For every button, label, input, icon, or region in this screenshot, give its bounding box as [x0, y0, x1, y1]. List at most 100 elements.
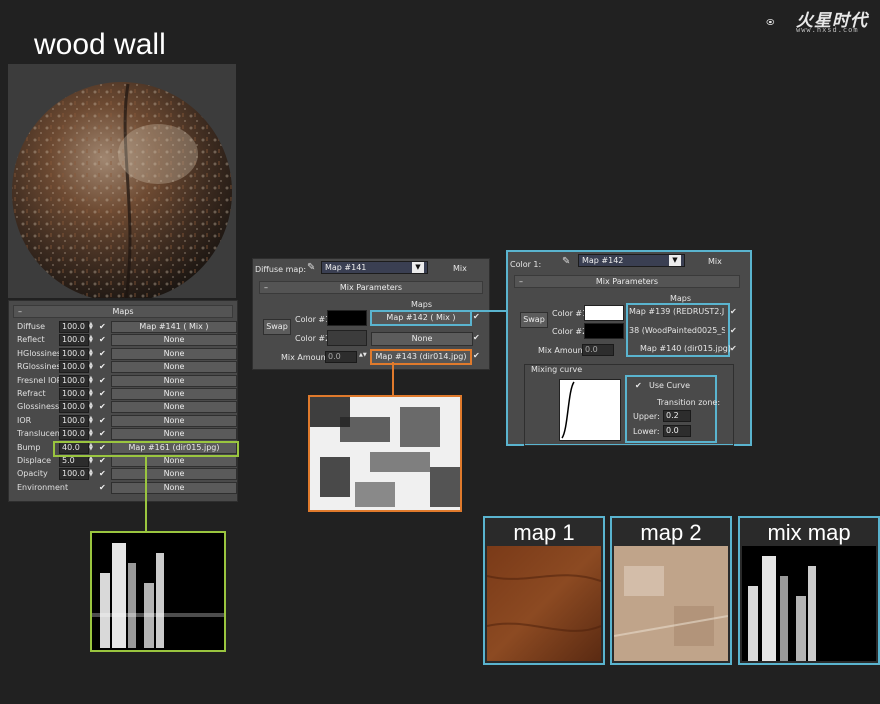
map-slot-button[interactable]: None	[111, 481, 237, 494]
map-amount-input[interactable]: 100.0	[59, 428, 89, 441]
mix-params-header[interactable]: – Mix Parameters	[259, 281, 483, 294]
mix-amount-label: Mix Amount:	[281, 353, 332, 362]
map-row: Glossiness 100.0 ▲ ▼ ✔ None	[9, 401, 237, 414]
mixmap-texture	[742, 546, 876, 661]
map-row: Fresnel IOR 100.0 ▲ ▼ ✔ None	[9, 374, 237, 387]
map-slot-button[interactable]: None	[111, 347, 237, 360]
map-enable-checkbox[interactable]: ✔	[99, 376, 107, 385]
spinner-icon[interactable]: ▲ ▼	[89, 375, 94, 385]
mix-amount-input[interactable]: 0.0	[325, 351, 357, 363]
spinner-icon[interactable]: ▲ ▼	[89, 415, 94, 425]
color1-swatch[interactable]	[584, 305, 624, 321]
spinner-icon[interactable]: ▲ ▼	[89, 362, 94, 371]
map-row: Refract 100.0 ▲ ▼ ✔ None	[9, 388, 237, 400]
chevron-down-icon[interactable]: ▼	[412, 262, 424, 273]
color1-checkbox[interactable]: ✔	[473, 312, 480, 321]
dir014-texture	[310, 397, 460, 510]
map-enable-checkbox[interactable]: ✔	[99, 456, 107, 465]
map-enable-checkbox[interactable]: ✔	[99, 429, 107, 438]
map-slot-label: Bump	[17, 442, 41, 452]
mix-amount-spinner[interactable]: ▲▼	[359, 352, 367, 358]
map-slot-button[interactable]: None	[111, 401, 237, 414]
eyedropper-icon[interactable]: ✎	[562, 256, 574, 268]
map-enable-checkbox[interactable]: ✔	[99, 335, 107, 344]
map-slot-button[interactable]: None	[111, 334, 237, 347]
chevron-down-icon[interactable]: ▼	[669, 255, 681, 266]
map-amount-input[interactable]: 100.0	[59, 388, 89, 400]
map-row: Opacity 100.0 ▲ ▼ ✔ None	[9, 468, 237, 481]
color1-map-button[interactable]: Map #142 ( Mix )	[370, 310, 472, 326]
map-slot-label: IOR	[17, 415, 32, 425]
color1-map-button[interactable]: Map #139 (REDRUST2.JPG)	[629, 307, 725, 316]
mix-amount-map-button[interactable]: Map #140 (dir015.jpg)	[640, 344, 731, 353]
mixing-curve-group: Mixing curve ✔ Use Curve Transition zone…	[524, 364, 734, 446]
spinner-icon[interactable]: ▲ ▼	[89, 389, 94, 398]
map-amount-input[interactable]: 100.0	[59, 347, 89, 360]
collapse-icon[interactable]: –	[264, 282, 268, 293]
map-amount-input[interactable]: 100.0	[59, 321, 89, 333]
use-curve-checkbox[interactable]: ✔	[635, 381, 642, 390]
maps-list: Diffuse 100.0 ▲ ▼ ✔ Map #141 ( Mix ) Reflect 10…	[9, 321, 237, 501]
lower-input[interactable]: 0.0	[663, 425, 691, 437]
eyedropper-icon[interactable]: ✎	[307, 262, 319, 274]
color2-checkbox[interactable]: ✔	[473, 333, 480, 342]
mix-map-checkbox[interactable]: ✔	[473, 351, 480, 360]
color2-swatch[interactable]	[327, 330, 367, 346]
spinner-icon[interactable]: ▲ ▼	[89, 335, 94, 344]
map-enable-checkbox[interactable]: ✔	[99, 362, 107, 371]
map-slot-button[interactable]: None	[111, 468, 237, 481]
swap-button[interactable]: Swap	[520, 312, 548, 328]
map-enable-checkbox[interactable]: ✔	[99, 389, 107, 398]
map-enable-checkbox[interactable]: ✔	[99, 416, 107, 425]
map-enable-checkbox[interactable]: ✔	[99, 469, 107, 478]
collapse-icon[interactable]: –	[519, 276, 523, 287]
mix-amount-input[interactable]: 0.0	[582, 344, 614, 356]
map-enable-checkbox[interactable]: ✔	[99, 483, 107, 492]
color2-checkbox[interactable]: ✔	[730, 326, 737, 335]
map-amount-input[interactable]: 100.0	[59, 361, 89, 374]
map2-label: map 2	[640, 520, 702, 545]
map-enable-checkbox[interactable]: ✔	[99, 349, 107, 358]
spinner-icon[interactable]: ▲ ▼	[89, 429, 94, 438]
spinner-icon[interactable]: ▲ ▼	[89, 469, 94, 478]
map-slot-button[interactable]: Map #141 ( Mix )	[111, 321, 237, 333]
logo-swirl-icon	[766, 19, 775, 25]
upper-label: Upper:	[633, 412, 660, 421]
collapse-icon[interactable]: –	[18, 306, 22, 317]
map-enable-checkbox[interactable]: ✔	[99, 402, 107, 411]
color2-map-button[interactable]: 38 (WoodPainted0025_S.jpg)	[629, 326, 725, 335]
map-type-button[interactable]: Mix	[453, 264, 467, 273]
map-amount-input[interactable]: 100.0	[59, 414, 89, 427]
map-slot-button[interactable]: None	[111, 374, 237, 387]
mixmap-card: mix map	[738, 516, 880, 665]
map-slot-button[interactable]: None	[111, 414, 237, 427]
map-slot-button[interactable]: None	[111, 388, 237, 400]
map-slot-button[interactable]: None	[111, 428, 237, 441]
map-slot-label: Refract	[17, 389, 46, 398]
map-amount-input[interactable]: 100.0	[59, 334, 89, 347]
spinner-icon[interactable]: ▲ ▼	[89, 402, 94, 411]
spinner-icon[interactable]: ▲ ▼	[89, 348, 94, 358]
map-amount-input[interactable]: 100.0	[59, 401, 89, 414]
spinner-icon[interactable]: ▲ ▼	[89, 322, 94, 331]
map-enable-checkbox[interactable]: ✔	[99, 322, 107, 331]
map-amount-input[interactable]: 100.0	[59, 374, 89, 387]
color1-checkbox[interactable]: ✔	[730, 307, 737, 316]
map-slot-button[interactable]: None	[111, 361, 237, 374]
color2-map-button[interactable]: None	[371, 332, 473, 346]
swap-button[interactable]: Swap	[263, 319, 291, 335]
color2-label: Color #2	[552, 327, 588, 336]
map-slot-label: Displace	[17, 456, 52, 465]
map-type-button[interactable]: Mix	[708, 257, 722, 266]
map-amount-input[interactable]: 100.0	[59, 468, 89, 481]
mix-amount-map-button[interactable]: Map #143 (dir014.jpg)	[370, 349, 472, 365]
map-row: Environment ✔ None	[9, 481, 237, 494]
color2-swatch[interactable]	[584, 323, 624, 339]
mix-map-panel-1: Diffuse map: ✎ Map #141 ▼ Mix – Mix Para…	[252, 258, 490, 370]
mix-map-checkbox[interactable]: ✔	[730, 344, 737, 353]
color1-swatch[interactable]	[327, 310, 367, 326]
mix-params-header[interactable]: – Mix Parameters	[514, 275, 740, 288]
maps-rollout-header[interactable]: – Maps	[13, 305, 233, 318]
upper-input[interactable]: 0.2	[663, 410, 691, 422]
spinner-icon[interactable]: ▲ ▼	[89, 456, 94, 465]
